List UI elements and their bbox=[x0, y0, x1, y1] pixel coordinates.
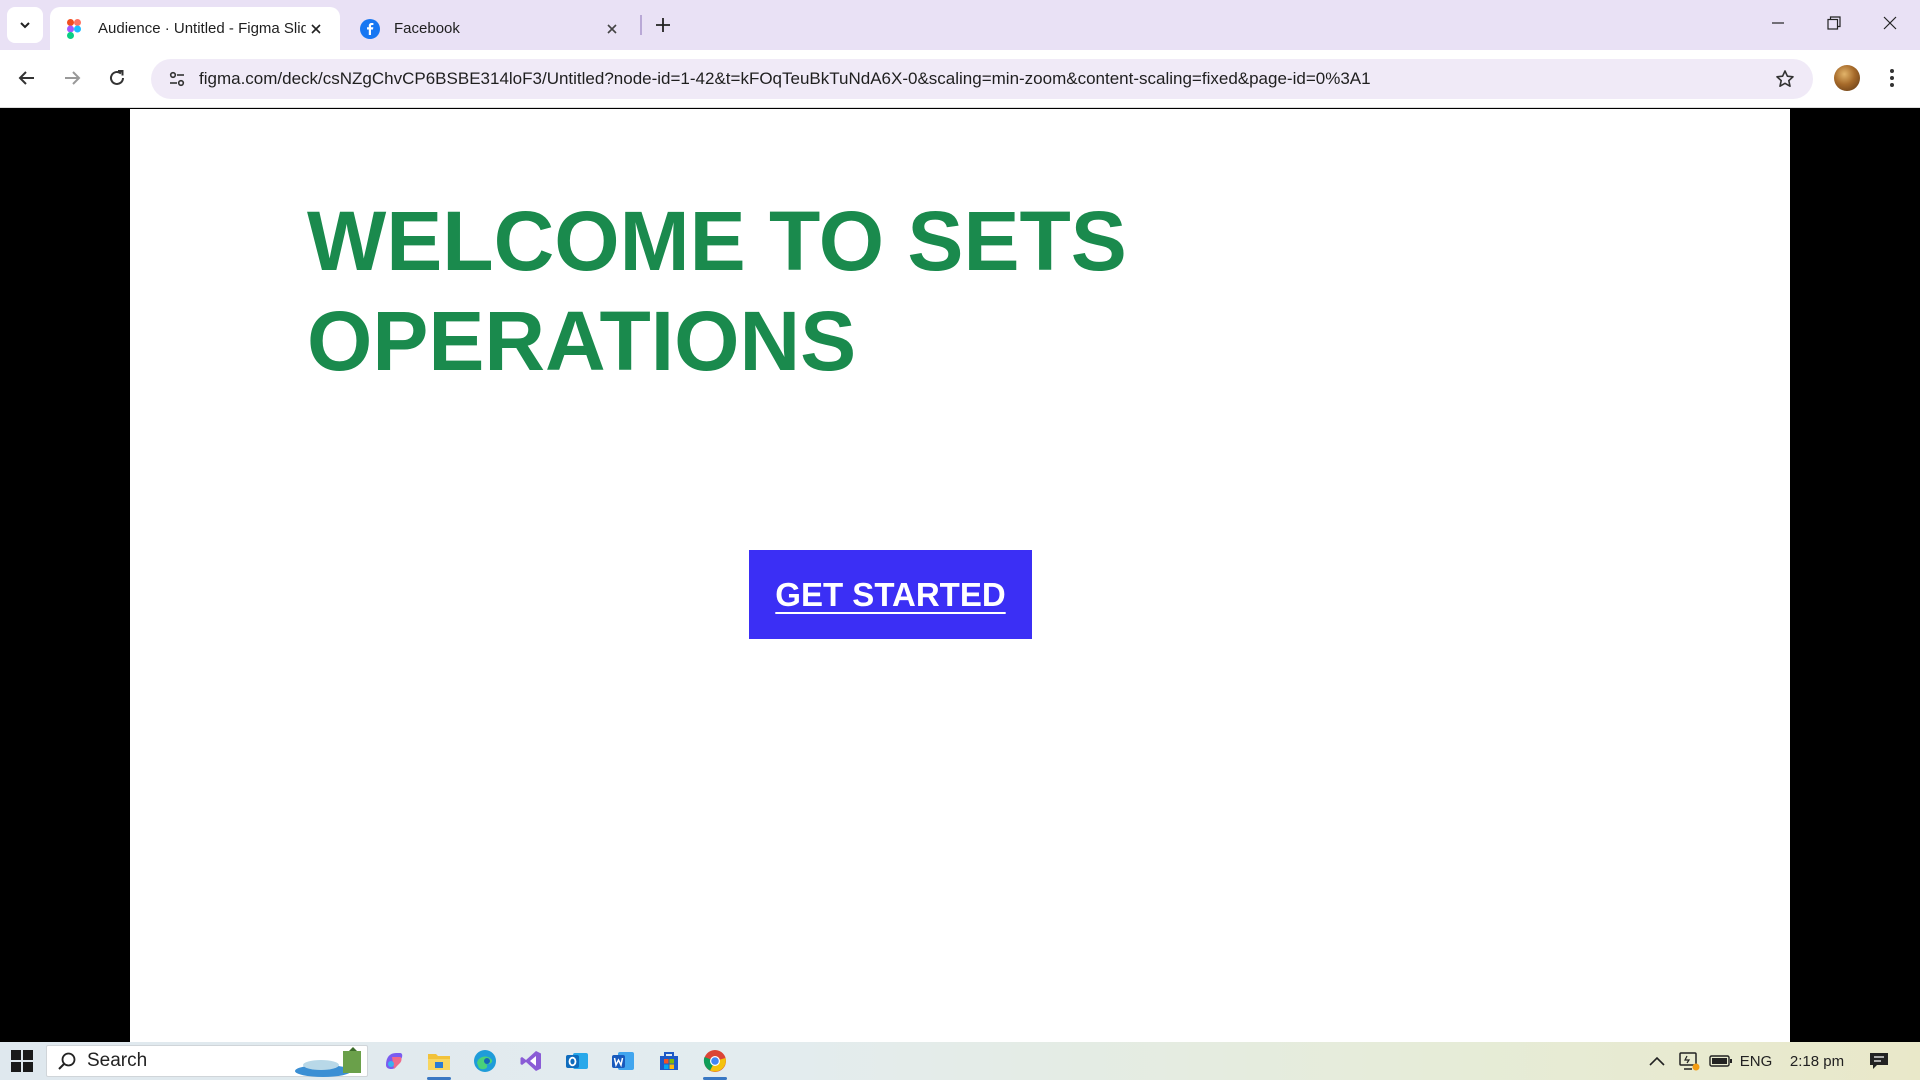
store-app[interactable] bbox=[651, 1046, 687, 1076]
close-tab-icon[interactable] bbox=[306, 19, 326, 39]
file-explorer-app[interactable] bbox=[421, 1046, 457, 1080]
profile-avatar[interactable] bbox=[1834, 65, 1860, 91]
edge-app[interactable] bbox=[467, 1046, 503, 1076]
word-icon bbox=[612, 1052, 634, 1070]
edge-icon bbox=[474, 1050, 496, 1072]
battery-icon bbox=[1709, 1055, 1732, 1067]
arrow-right-icon bbox=[65, 71, 81, 85]
visual-studio-icon bbox=[520, 1051, 541, 1071]
chrome-icon bbox=[703, 1050, 726, 1072]
tab-title: Facebook bbox=[394, 20, 460, 37]
word-app[interactable] bbox=[605, 1046, 641, 1076]
tab-strip: Audience · Untitled - Figma Slides Faceb… bbox=[0, 0, 1920, 50]
back-button[interactable] bbox=[11, 62, 43, 94]
copilot-app[interactable] bbox=[376, 1046, 412, 1076]
more-vertical-icon bbox=[1890, 69, 1894, 87]
tab-separator bbox=[640, 15, 642, 35]
start-button[interactable] bbox=[8, 1048, 36, 1074]
file-explorer-icon bbox=[428, 1054, 450, 1070]
outlook-icon bbox=[566, 1053, 588, 1069]
chrome-app[interactable] bbox=[697, 1046, 733, 1080]
windows-icon bbox=[11, 1050, 33, 1072]
chevron-down-icon bbox=[20, 22, 30, 29]
network-icon bbox=[1679, 1052, 1700, 1071]
get-started-label: GET STARTED bbox=[775, 575, 1006, 613]
tab-facebook[interactable]: Facebook bbox=[346, 7, 636, 50]
language-indicator[interactable]: ENG bbox=[1736, 1042, 1776, 1080]
outlook-app[interactable] bbox=[559, 1046, 595, 1076]
browser-menu-button[interactable] bbox=[1880, 62, 1904, 94]
restore-button[interactable] bbox=[1806, 0, 1862, 46]
restore-icon bbox=[1827, 16, 1841, 30]
get-started-button[interactable]: GET STARTED bbox=[749, 550, 1032, 639]
url-text[interactable]: figma.com/deck/csNZgChvCP6BSBE314loF3/Un… bbox=[197, 69, 1765, 89]
facebook-icon bbox=[360, 18, 380, 39]
close-tab-icon[interactable] bbox=[602, 19, 622, 39]
minimize-icon bbox=[1772, 22, 1784, 24]
notification-icon bbox=[1870, 1053, 1888, 1069]
visual-studio-app[interactable] bbox=[513, 1046, 549, 1076]
store-icon bbox=[660, 1052, 678, 1070]
show-hidden-icons-button[interactable] bbox=[1644, 1042, 1670, 1080]
address-bar[interactable]: figma.com/deck/csNZgChvCP6BSBE314loF3/Un… bbox=[151, 59, 1813, 99]
new-tab-button[interactable] bbox=[650, 10, 676, 40]
network-status[interactable] bbox=[1674, 1042, 1704, 1080]
battery-status[interactable] bbox=[1706, 1042, 1736, 1080]
figma-icon bbox=[64, 18, 84, 39]
tab-figma[interactable]: Audience · Untitled - Figma Slides bbox=[50, 7, 340, 50]
slide-headline: WELCOME TO SETS OPERATIONS bbox=[307, 191, 1207, 391]
tab-title: Audience · Untitled - Figma Slides bbox=[98, 20, 306, 37]
search-icon bbox=[47, 1045, 87, 1077]
plus-icon bbox=[656, 18, 670, 32]
close-icon bbox=[1883, 16, 1897, 30]
presentation-stage: WELCOME TO SETS OPERATIONS GET STARTED bbox=[0, 109, 1920, 1042]
arrow-left-icon bbox=[18, 71, 34, 85]
bookmark-star-icon[interactable] bbox=[1765, 59, 1805, 99]
slide: WELCOME TO SETS OPERATIONS GET STARTED bbox=[130, 109, 1790, 1042]
copilot-icon bbox=[386, 1053, 403, 1070]
taskbar-search[interactable]: Search bbox=[46, 1045, 368, 1077]
headline-line-2: OPERATIONS bbox=[307, 294, 857, 388]
forward-button[interactable] bbox=[56, 62, 88, 94]
site-info-icon[interactable] bbox=[157, 59, 197, 99]
reload-icon bbox=[110, 70, 124, 85]
tab-search-button[interactable] bbox=[7, 7, 43, 43]
taskbar: Search ENG 2:18 pm bbox=[0, 1042, 1920, 1080]
notifications-button[interactable] bbox=[1862, 1042, 1896, 1080]
chevron-up-icon bbox=[1649, 1056, 1665, 1066]
clock[interactable]: 2:18 pm bbox=[1782, 1042, 1852, 1080]
browser-toolbar: figma.com/deck/csNZgChvCP6BSBE314loF3/Un… bbox=[0, 50, 1920, 108]
reload-button[interactable] bbox=[101, 62, 133, 94]
close-window-button[interactable] bbox=[1862, 0, 1918, 46]
search-label: Search bbox=[87, 1050, 148, 1071]
minimize-button[interactable] bbox=[1750, 0, 1806, 46]
search-highlight-image bbox=[293, 1047, 363, 1077]
headline-line-1: WELCOME TO SETS bbox=[307, 194, 1127, 288]
